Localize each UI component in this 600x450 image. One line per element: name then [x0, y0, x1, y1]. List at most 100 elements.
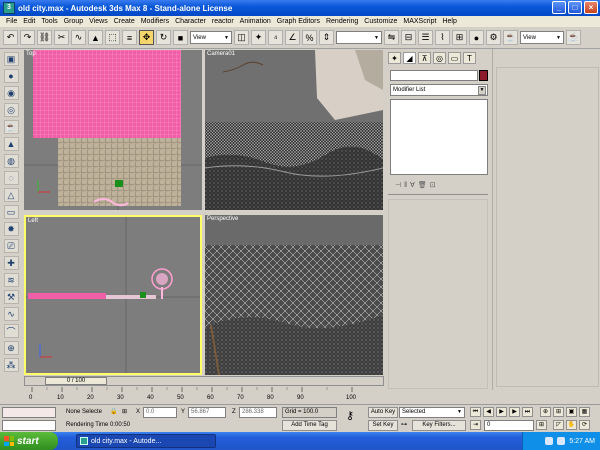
next-frame-icon[interactable]: ▶	[509, 407, 520, 417]
render-setup-icon[interactable]: ⚙	[486, 30, 501, 45]
go-to-start-icon[interactable]: ⏮	[470, 407, 481, 417]
bind-spacewarp-icon[interactable]: ∿	[71, 30, 86, 45]
menu-maxscript[interactable]: MAXScript	[400, 18, 439, 25]
geosphere-icon[interactable]: ◍	[3, 154, 19, 168]
menu-modifiers[interactable]: Modifiers	[138, 18, 172, 25]
go-to-end-icon[interactable]: ⏭	[522, 407, 533, 417]
maxscript-output[interactable]	[2, 420, 56, 431]
unlink-icon[interactable]: ✂	[54, 30, 69, 45]
menu-reactor[interactable]: reactor	[209, 18, 237, 25]
select-manipulate-icon[interactable]: ✦	[251, 30, 266, 45]
menu-file[interactable]: File	[3, 18, 20, 25]
modifier-stack[interactable]	[390, 99, 488, 175]
pivot-center-icon[interactable]: ◫	[234, 30, 249, 45]
key-filters-button[interactable]: Key Filters...	[412, 420, 466, 431]
sphere-icon[interactable]: ●	[3, 69, 19, 83]
layer-manager-icon[interactable]: ☰	[418, 30, 433, 45]
time-slider[interactable]: 0 / 100	[24, 376, 384, 386]
key-mode-toggle-icon[interactable]: ⇥	[470, 420, 481, 430]
quick-render-icon[interactable]: ☕	[566, 30, 581, 45]
menu-animation[interactable]: Animation	[237, 18, 274, 25]
helper-icon[interactable]: ✚	[3, 256, 19, 270]
menu-rendering[interactable]: Rendering	[323, 18, 361, 25]
tube-icon[interactable]: ◌	[3, 171, 19, 185]
select-move-icon[interactable]: ✥	[139, 30, 154, 45]
object-name-field[interactable]	[390, 70, 478, 81]
arc-rotate-icon[interactable]: ⟳	[579, 420, 590, 430]
make-unique-icon[interactable]: ∀	[410, 181, 415, 189]
modify-tab-icon[interactable]: ◢	[403, 52, 416, 64]
nurbs-icon[interactable]: ⌒	[3, 324, 19, 338]
previous-frame-icon[interactable]: ◀	[483, 407, 494, 417]
object-color-swatch[interactable]	[479, 70, 488, 81]
z-coordinate-field[interactable]: 286.338	[239, 407, 277, 418]
viewport-top[interactable]: Top	[24, 50, 202, 210]
viewport-label[interactable]: Camera01	[207, 51, 235, 57]
field-of-view-icon[interactable]: ◸	[553, 420, 564, 430]
select-rotate-icon[interactable]: ↻	[156, 30, 171, 45]
menu-customize[interactable]: Customize	[361, 18, 400, 25]
angle-snap-icon[interactable]: ∠	[285, 30, 300, 45]
mirror-icon[interactable]: ⇋	[384, 30, 399, 45]
maxscript-listener[interactable]	[2, 407, 56, 418]
undo-icon[interactable]: ↶	[3, 30, 18, 45]
taskbar-item-3dsmax[interactable]: old city.max - Autode...	[76, 434, 216, 448]
transform-mode-icon[interactable]: ⊞	[122, 407, 127, 418]
render-type-dropdown[interactable]: View ▼	[520, 31, 564, 44]
utilities-tab-icon[interactable]: T	[463, 52, 476, 64]
teapot-icon[interactable]: ☕	[3, 120, 19, 134]
pin-stack-icon[interactable]: ⊣	[395, 181, 401, 189]
set-key-icon[interactable]: ⚷	[346, 411, 354, 422]
spacewarp-icon[interactable]: ≋	[3, 273, 19, 287]
snap-toggle-icon[interactable]: ⁴	[268, 30, 283, 45]
menu-help[interactable]: Help	[439, 18, 459, 25]
material-editor-icon[interactable]: ●	[469, 30, 484, 45]
remove-modifier-icon[interactable]: 🗑	[418, 181, 427, 189]
zoom-extents-all-icon[interactable]: ▦	[579, 407, 590, 417]
start-button[interactable]: start	[0, 432, 58, 450]
show-end-result-icon[interactable]: ‖	[404, 182, 407, 189]
viewport-label[interactable]: Left	[28, 218, 38, 224]
display-tab-icon[interactable]: ▭	[448, 52, 461, 64]
lock-selection-icon[interactable]: 🔒	[110, 407, 117, 418]
viewport-perspective[interactable]: Perspective	[205, 215, 383, 375]
y-coordinate-field[interactable]: 56.867	[188, 407, 226, 418]
close-button[interactable]: ×	[584, 1, 598, 14]
curve-editor-icon[interactable]: ⌇	[435, 30, 450, 45]
minimize-button[interactable]: _	[552, 1, 566, 14]
box-icon[interactable]: ▣	[3, 52, 19, 66]
viewport-left[interactable]: Left	[24, 215, 202, 375]
set-key-button[interactable]: Set Key	[368, 420, 398, 431]
menu-create[interactable]: Create	[111, 18, 138, 25]
select-by-name-icon[interactable]: ≡	[122, 30, 137, 45]
network-icon[interactable]	[545, 437, 554, 445]
menu-character[interactable]: Character	[172, 18, 209, 25]
track-bar[interactable]: 0 10 20 30 40 50 60 70 80 90 100	[24, 387, 384, 403]
maximize-button[interactable]: □	[568, 1, 582, 14]
menu-tools[interactable]: Tools	[38, 18, 60, 25]
select-scale-icon[interactable]: ■	[173, 30, 188, 45]
cone-icon[interactable]: ▲	[3, 137, 19, 151]
viewport-label[interactable]: Top	[26, 51, 36, 57]
menu-views[interactable]: Views	[86, 18, 111, 25]
schematic-view-icon[interactable]: ⊞	[452, 30, 467, 45]
key-mode-dropdown[interactable]: Selected ▼	[399, 407, 465, 418]
systems-icon[interactable]: ⚒	[3, 290, 19, 304]
particles-icon[interactable]: ⁂	[3, 358, 19, 372]
modifier-list-dropdown[interactable]: Modifier List ▼	[390, 84, 488, 96]
hierarchy-tab-icon[interactable]: ⊼	[418, 52, 431, 64]
viewport-camera[interactable]: Camera01	[205, 50, 383, 210]
menu-graph-editors[interactable]: Graph Editors	[274, 18, 323, 25]
zoom-icon[interactable]: ⊕	[540, 407, 551, 417]
select-object-icon[interactable]: ▲	[88, 30, 103, 45]
percent-snap-icon[interactable]: %	[302, 30, 317, 45]
zoom-extents-icon[interactable]: ▣	[566, 407, 577, 417]
align-icon[interactable]: ⊟	[401, 30, 416, 45]
menu-group[interactable]: Group	[61, 18, 86, 25]
x-coordinate-field[interactable]: 0.0	[143, 407, 177, 418]
cylinder-icon[interactable]: ◉	[3, 86, 19, 100]
configure-sets-icon[interactable]: ⊡	[430, 181, 436, 189]
compound-icon[interactable]: ⊕	[3, 341, 19, 355]
volume-icon[interactable]	[557, 437, 566, 445]
pyramid-icon[interactable]: △	[3, 188, 19, 202]
